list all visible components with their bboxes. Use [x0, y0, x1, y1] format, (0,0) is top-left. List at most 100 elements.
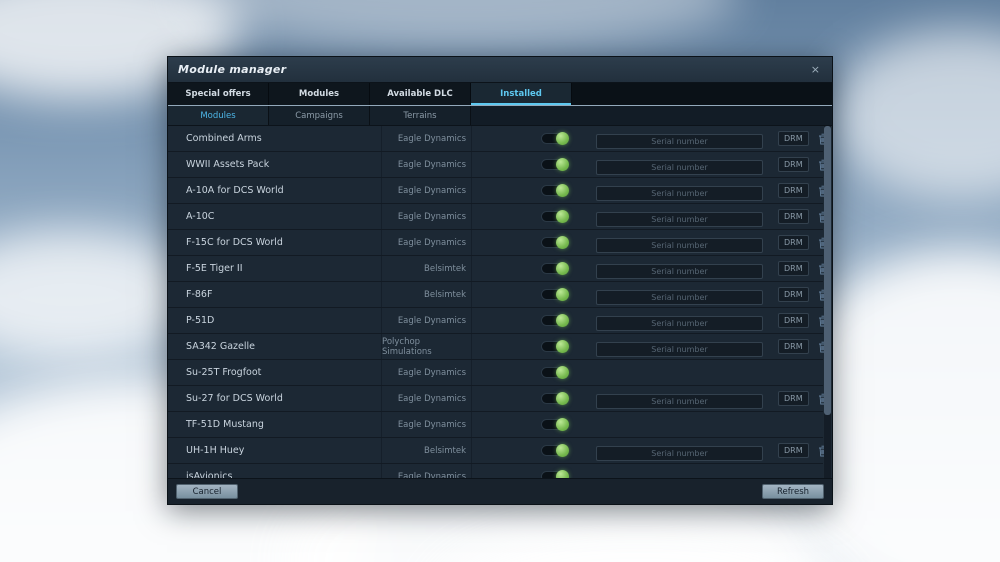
- scrollbar-thumb[interactable]: [824, 126, 831, 415]
- tab-modules[interactable]: Modules: [269, 83, 370, 105]
- module-name: Combined Arms: [168, 126, 382, 151]
- cancel-button[interactable]: Cancel: [176, 484, 238, 499]
- module-manager-dialog: Module manager × Special offers Modules Av…: [167, 56, 833, 505]
- serial-number-input[interactable]: [596, 342, 763, 357]
- subtab-campaigns[interactable]: Campaigns: [269, 106, 370, 125]
- module-name: jsAvionics: [168, 464, 382, 478]
- vendor-name: Belsimtek: [382, 256, 472, 281]
- vendor-name: Eagle Dynamics: [382, 412, 472, 437]
- enable-toggle[interactable]: [541, 393, 568, 404]
- toggle-knob: [556, 158, 569, 171]
- toggle-knob: [556, 314, 569, 327]
- enable-toggle[interactable]: [541, 185, 568, 196]
- serial-number-input[interactable]: [596, 394, 763, 409]
- tab-label: Campaigns: [295, 111, 343, 121]
- serial-number-input[interactable]: [596, 160, 763, 175]
- vendor-name: Eagle Dynamics: [382, 386, 472, 411]
- serial-number-input[interactable]: [596, 264, 763, 279]
- drm-button[interactable]: DRM: [778, 183, 809, 198]
- tab-label: Available DLC: [387, 89, 453, 99]
- drm-button[interactable]: DRM: [778, 339, 809, 354]
- enable-toggle[interactable]: [541, 419, 568, 430]
- module-name: TF-51D Mustang: [168, 412, 382, 437]
- enable-toggle[interactable]: [541, 211, 568, 222]
- drm-button[interactable]: DRM: [778, 261, 809, 276]
- subtab-terrains[interactable]: Terrains: [370, 106, 471, 125]
- module-row: TF-51D Mustang Eagle Dynamics: [168, 412, 823, 438]
- close-icon[interactable]: ×: [809, 63, 822, 76]
- module-name: F-15C for DCS World: [168, 230, 382, 255]
- toggle-knob: [556, 262, 569, 275]
- module-name: A-10A for DCS World: [168, 178, 382, 203]
- enable-toggle[interactable]: [541, 315, 568, 326]
- tab-special-offers[interactable]: Special offers: [168, 83, 269, 105]
- vendor-name: Polychop Simulations: [382, 334, 472, 359]
- module-row: Su-25T Frogfoot Eagle Dynamics: [168, 360, 823, 386]
- enable-toggle[interactable]: [541, 445, 568, 456]
- vendor-name: Eagle Dynamics: [382, 464, 472, 478]
- enable-toggle[interactable]: [541, 471, 568, 478]
- toggle-knob: [556, 132, 569, 145]
- enable-toggle[interactable]: [541, 263, 568, 274]
- tab-installed[interactable]: Installed: [471, 83, 572, 105]
- serial-number-input[interactable]: [596, 316, 763, 331]
- scrollbar-track[interactable]: [824, 126, 831, 478]
- serial-number-input[interactable]: [596, 212, 763, 227]
- tab-label: Special offers: [185, 89, 250, 99]
- module-row: F-15C for DCS World Eagle Dynamics DRM: [168, 230, 823, 256]
- module-list: Combined Arms Eagle Dynamics DRM WWII As…: [168, 126, 823, 478]
- vendor-name: Belsimtek: [382, 438, 472, 463]
- toggle-knob: [556, 392, 569, 405]
- module-name: F-5E Tiger II: [168, 256, 382, 281]
- drm-button[interactable]: DRM: [778, 131, 809, 146]
- vendor-name: Eagle Dynamics: [382, 204, 472, 229]
- serial-number-input[interactable]: [596, 238, 763, 253]
- module-row: Combined Arms Eagle Dynamics DRM: [168, 126, 823, 152]
- enable-toggle[interactable]: [541, 133, 568, 144]
- module-name: Su-25T Frogfoot: [168, 360, 382, 385]
- vendor-name: Eagle Dynamics: [382, 178, 472, 203]
- module-row: jsAvionics Eagle Dynamics: [168, 464, 823, 478]
- toggle-knob: [556, 444, 569, 457]
- tab-available-dlc[interactable]: Available DLC: [370, 83, 471, 105]
- module-row: SA342 Gazelle Polychop Simulations DRM: [168, 334, 823, 360]
- toggle-knob: [556, 470, 569, 478]
- toggle-knob: [556, 418, 569, 431]
- enable-toggle[interactable]: [541, 289, 568, 300]
- enable-toggle[interactable]: [541, 341, 568, 352]
- serial-number-input[interactable]: [596, 290, 763, 305]
- refresh-button[interactable]: Refresh: [762, 484, 824, 499]
- toggle-knob: [556, 366, 569, 379]
- footer-bar: Cancel Refresh: [168, 478, 832, 504]
- vendor-name: Eagle Dynamics: [382, 360, 472, 385]
- drm-button[interactable]: DRM: [778, 235, 809, 250]
- tab-label: Modules: [200, 111, 235, 121]
- enable-toggle[interactable]: [541, 237, 568, 248]
- module-row: Su-27 for DCS World Eagle Dynamics DRM: [168, 386, 823, 412]
- drm-button[interactable]: DRM: [778, 391, 809, 406]
- cloud-decoration: [180, 0, 740, 50]
- module-row: A-10C Eagle Dynamics DRM: [168, 204, 823, 230]
- drm-button[interactable]: DRM: [778, 287, 809, 302]
- toggle-knob: [556, 288, 569, 301]
- drm-button[interactable]: DRM: [778, 313, 809, 328]
- subtab-modules[interactable]: Modules: [168, 106, 269, 125]
- drm-button[interactable]: DRM: [778, 157, 809, 172]
- sub-tab-bar: Modules Campaigns Terrains: [168, 106, 832, 126]
- drm-button[interactable]: DRM: [778, 209, 809, 224]
- module-name: P-51D: [168, 308, 382, 333]
- vendor-name: Belsimtek: [382, 282, 472, 307]
- enable-toggle[interactable]: [541, 367, 568, 378]
- serial-number-input[interactable]: [596, 446, 763, 461]
- serial-number-input[interactable]: [596, 186, 763, 201]
- serial-number-input[interactable]: [596, 134, 763, 149]
- enable-toggle[interactable]: [541, 159, 568, 170]
- module-name: Su-27 for DCS World: [168, 386, 382, 411]
- module-name: A-10C: [168, 204, 382, 229]
- tab-label: Terrains: [403, 111, 436, 121]
- drm-button[interactable]: DRM: [778, 443, 809, 458]
- vendor-name: Eagle Dynamics: [382, 308, 472, 333]
- module-row: P-51D Eagle Dynamics DRM: [168, 308, 823, 334]
- module-row: F-86F Belsimtek DRM: [168, 282, 823, 308]
- title-bar: Module manager ×: [168, 57, 832, 83]
